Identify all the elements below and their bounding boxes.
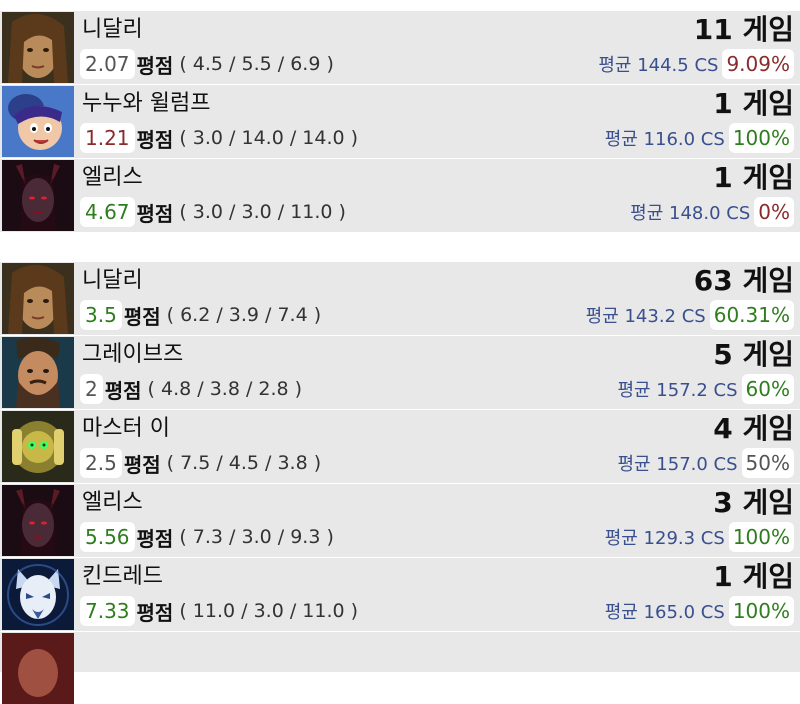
games-count: 11 게임 — [693, 13, 794, 46]
games-count: 1 게임 — [713, 87, 794, 120]
nidalee-portrait-icon — [2, 12, 74, 83]
kda-stats: 2 평점 ( 4.8 / 3.8 / 2.8 ) — [80, 373, 302, 405]
kda-ratio: 2.5 — [80, 448, 122, 478]
kda-ratio: 5.56 — [80, 522, 135, 552]
champion-row-master-yi[interactable]: 마스터 이 2.5 평점 ( 7.5 / 4.5 / 3.8 ) 4 게임 평균… — [0, 410, 800, 483]
cs-winrate: 평균 116.0 CS 100% — [605, 122, 794, 154]
kda-ratio: 1.21 — [80, 123, 135, 153]
cs-winrate: 평균 165.0 CS 100% — [605, 595, 794, 627]
kda-label: 평점 — [136, 600, 174, 625]
champion-name: 킨드레드 — [82, 564, 163, 589]
champion-row-graves[interactable]: 그레이브즈 2 평점 ( 4.8 / 3.8 / 2.8 ) 5 게임 평균 1… — [0, 336, 800, 409]
champion-stats-section-2: 니달리 3.5 평점 ( 6.2 / 3.9 / 7.4 ) 63 게임 평균 … — [0, 262, 800, 704]
kda-stats: 3.5 평점 ( 6.2 / 3.9 / 7.4 ) — [80, 299, 321, 331]
avg-cs: 평균 157.2 CS — [617, 380, 738, 401]
champion-name: 누누와 윌럼프 — [82, 91, 211, 116]
champion-row-nunu-willump[interactable]: 누누와 윌럼프 1.21 평점 ( 3.0 / 14.0 / 14.0 ) 1 … — [0, 85, 800, 158]
nunu-willump-portrait-icon — [2, 86, 74, 157]
kda-detail: ( 7.3 / 3.0 / 9.3 ) — [179, 526, 334, 548]
champion-name: 그레이브즈 — [82, 342, 184, 367]
cs-winrate: 평균 144.5 CS 9.09% — [598, 48, 794, 80]
champion-row-elise[interactable]: 엘리스 5.56 평점 ( 7.3 / 3.0 / 9.3 ) 3 게임 평균 … — [0, 484, 800, 557]
champion-name: 엘리스 — [82, 165, 143, 190]
avg-cs: 평균 144.5 CS — [598, 55, 719, 76]
kda-label: 평점 — [104, 378, 142, 403]
champion-row-nidalee[interactable]: 니달리 2.07 평점 ( 4.5 / 5.5 / 6.9 ) 11 게임 평균… — [0, 11, 800, 84]
champion-row-kindred[interactable]: 킨드레드 7.33 평점 ( 11.0 / 3.0 / 11.0 ) 1 게임 … — [0, 558, 800, 631]
games-count: 63 게임 — [693, 264, 794, 297]
kda-label: 평점 — [136, 201, 174, 226]
kda-detail: ( 11.0 / 3.0 / 11.0 ) — [179, 600, 359, 622]
kda-ratio: 2 — [80, 374, 103, 404]
winrate: 9.09% — [722, 49, 794, 79]
kda-label: 평점 — [123, 304, 161, 329]
winrate: 100% — [728, 123, 794, 153]
cs-winrate: 평균 143.2 CS 60.31% — [586, 299, 794, 331]
winrate: 100% — [728, 522, 794, 552]
nidalee-portrait-icon — [2, 263, 74, 334]
cs-winrate: 평균 157.0 CS 50% — [617, 447, 794, 479]
elise-portrait-icon — [2, 160, 74, 231]
winrate: 50% — [741, 448, 794, 478]
champion-row-elise[interactable]: 엘리스 4.67 평점 ( 3.0 / 3.0 / 11.0 ) 1 게임 평균… — [0, 159, 800, 232]
kda-detail: ( 4.5 / 5.5 / 6.9 ) — [179, 53, 334, 75]
graves-portrait-icon — [2, 337, 74, 408]
kda-ratio: 2.07 — [80, 49, 135, 79]
champion-portrait-icon — [2, 633, 74, 704]
cs-winrate: 평균 129.3 CS 100% — [605, 521, 794, 553]
winrate: 0% — [754, 197, 794, 227]
games-count: 3 게임 — [713, 486, 794, 519]
champion-name: 니달리 — [82, 268, 143, 293]
kda-detail: ( 3.0 / 3.0 / 11.0 ) — [179, 201, 346, 223]
kda-stats: 2.5 평점 ( 7.5 / 4.5 / 3.8 ) — [80, 447, 321, 479]
games-count: 1 게임 — [713, 560, 794, 593]
kda-detail: ( 6.2 / 3.9 / 7.4 ) — [166, 304, 322, 326]
kda-label: 평점 — [123, 452, 161, 477]
kda-stats: 7.33 평점 ( 11.0 / 3.0 / 11.0 ) — [80, 595, 358, 627]
champion-row-nidalee[interactable]: 니달리 3.5 평점 ( 6.2 / 3.9 / 7.4 ) 63 게임 평균 … — [0, 262, 800, 335]
kda-label: 평점 — [136, 127, 174, 152]
champion-name: 엘리스 — [82, 490, 143, 515]
kda-stats: 4.67 평점 ( 3.0 / 3.0 / 11.0 ) — [80, 196, 346, 228]
kda-detail: ( 7.5 / 4.5 / 3.8 ) — [166, 452, 322, 474]
games-count: 1 게임 — [713, 161, 794, 194]
kda-stats: 5.56 평점 ( 7.3 / 3.0 / 9.3 ) — [80, 521, 334, 553]
kda-label: 평점 — [136, 53, 174, 78]
avg-cs: 평균 129.3 CS — [604, 528, 725, 549]
kindred-portrait-icon — [2, 559, 74, 630]
master-yi-portrait-icon — [2, 411, 74, 482]
kda-detail: ( 4.8 / 3.8 / 2.8 ) — [147, 378, 303, 400]
winrate: 100% — [728, 596, 794, 626]
elise-portrait-icon — [2, 485, 74, 556]
avg-cs: 평균 165.0 CS — [604, 602, 725, 623]
winrate: 60.31% — [709, 300, 794, 330]
avg-cs: 평균 148.0 CS — [630, 203, 751, 224]
kda-ratio: 4.67 — [80, 197, 135, 227]
cs-winrate: 평균 157.2 CS 60% — [617, 373, 794, 405]
champion-row-partial — [0, 632, 800, 704]
avg-cs: 평균 157.0 CS — [617, 454, 738, 475]
champion-stats-section-1: 니달리 2.07 평점 ( 4.5 / 5.5 / 6.9 ) 11 게임 평균… — [0, 11, 800, 233]
kda-detail: ( 3.0 / 14.0 / 14.0 ) — [179, 127, 359, 149]
champion-name: 니달리 — [82, 17, 143, 42]
kda-ratio: 7.33 — [80, 596, 135, 626]
games-count: 4 게임 — [713, 412, 794, 445]
avg-cs: 평균 116.0 CS — [604, 129, 725, 150]
kda-stats: 2.07 평점 ( 4.5 / 5.5 / 6.9 ) — [80, 48, 334, 80]
kda-ratio: 3.5 — [80, 300, 122, 330]
kda-stats: 1.21 평점 ( 3.0 / 14.0 / 14.0 ) — [80, 122, 358, 154]
winrate: 60% — [741, 374, 794, 404]
champion-name: 마스터 이 — [82, 416, 170, 441]
avg-cs: 평균 143.2 CS — [585, 306, 706, 327]
cs-winrate: 평균 148.0 CS 0% — [630, 196, 794, 228]
kda-label: 평점 — [136, 526, 174, 551]
games-count: 5 게임 — [713, 338, 794, 371]
